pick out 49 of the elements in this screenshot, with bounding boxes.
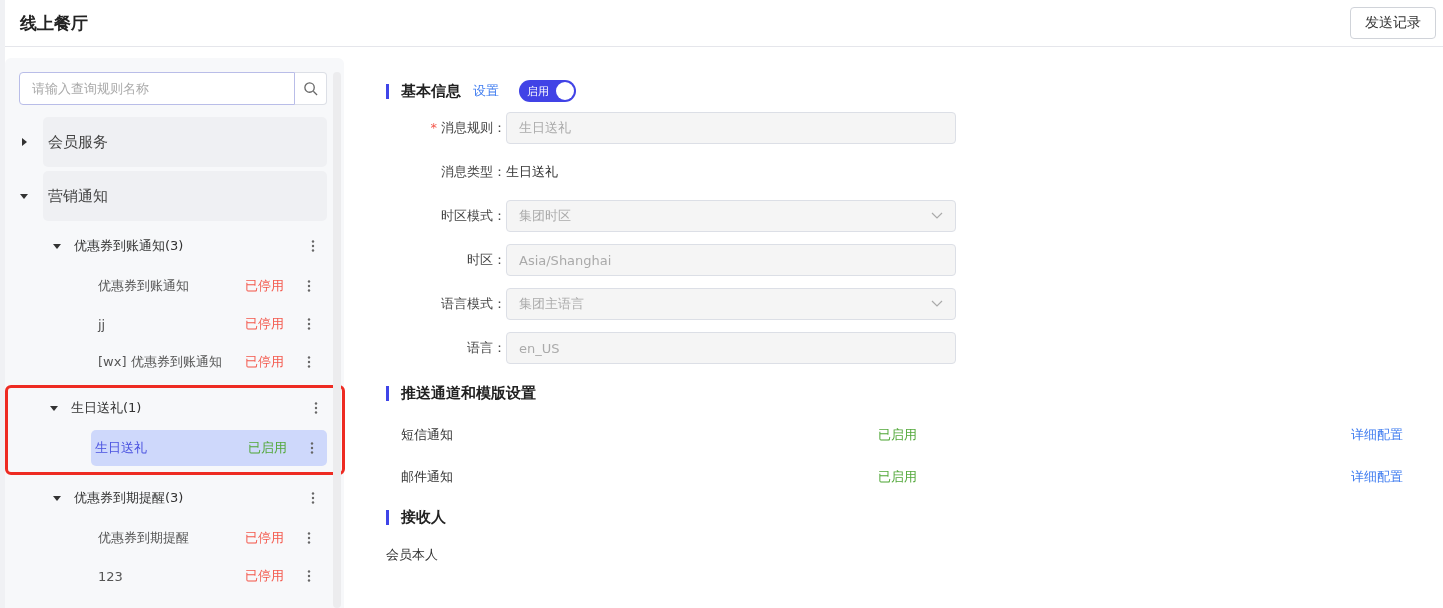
field-label: 消息规则： [441,120,506,135]
tree-item[interactable]: [wx] 优惠券到账通知 已停用 [94,344,324,380]
channel-name: 邮件通知 [401,468,454,486]
tree-group[interactable]: 优惠券到账通知(3) [74,237,306,255]
send-records-button[interactable]: 发送记录 [1350,7,1436,39]
tree-group[interactable]: 生日送礼(1) [71,399,309,417]
detail-config-link[interactable]: 详细配置 [1351,426,1403,444]
caret-icon[interactable] [19,137,29,147]
caret-icon[interactable] [49,403,59,413]
tree-item[interactable]: 优惠券到账通知 已停用 [94,268,324,304]
field-value: 生日送礼 [506,163,558,181]
caret-icon[interactable] [19,191,29,201]
field-label: 消息类型： [441,164,506,179]
tree-item[interactable]: 生日送礼 已启用 [91,430,327,466]
tree-category[interactable]: 营销通知 [43,171,327,221]
status-label: 已启用 [248,439,287,457]
enable-toggle[interactable]: 启用 [519,80,576,102]
required-mark: * [430,120,437,135]
search-field[interactable]: 请输入查询规则名称 [19,72,295,105]
status-label: 已停用 [245,277,284,295]
status-label: 已停用 [245,315,284,333]
detail-config-link[interactable]: 详细配置 [1351,468,1403,486]
field-label: 时区模式： [441,208,506,223]
scrollbar[interactable] [333,72,341,608]
chevron-down-icon [931,212,943,220]
field-label: 语言： [467,340,506,355]
tree-category[interactable]: 会员服务 [43,117,327,167]
tree-item[interactable]: 123 已停用 [94,558,324,594]
status-label: 已启用 [878,427,917,442]
section-title: 接收人 [401,507,446,527]
section-title: 基本信息 [401,81,461,101]
tree-item[interactable]: 优惠券到期提醒 已停用 [94,520,324,556]
field-label: 时区： [467,252,506,267]
caret-icon[interactable] [52,493,62,503]
status-label: 已停用 [245,353,284,371]
channel-name: 短信通知 [401,426,454,444]
status-label: 已停用 [245,567,284,585]
settings-link[interactable]: 设置 [473,82,499,100]
caret-icon[interactable] [52,241,62,251]
status-label: 已停用 [245,529,284,547]
tree-group[interactable]: 优惠券到期提醒(3) [74,489,306,507]
chevron-down-icon [931,300,943,308]
field-label: 语言模式： [441,296,506,311]
recipient-value: 会员本人 [386,546,439,564]
section-title: 推送通道和模版设置 [401,383,536,403]
page-title: 线上餐厅 [20,11,88,35]
status-label: 已启用 [878,469,917,484]
tree-item[interactable]: jj 已停用 [94,306,324,342]
search-icon[interactable] [295,72,327,105]
